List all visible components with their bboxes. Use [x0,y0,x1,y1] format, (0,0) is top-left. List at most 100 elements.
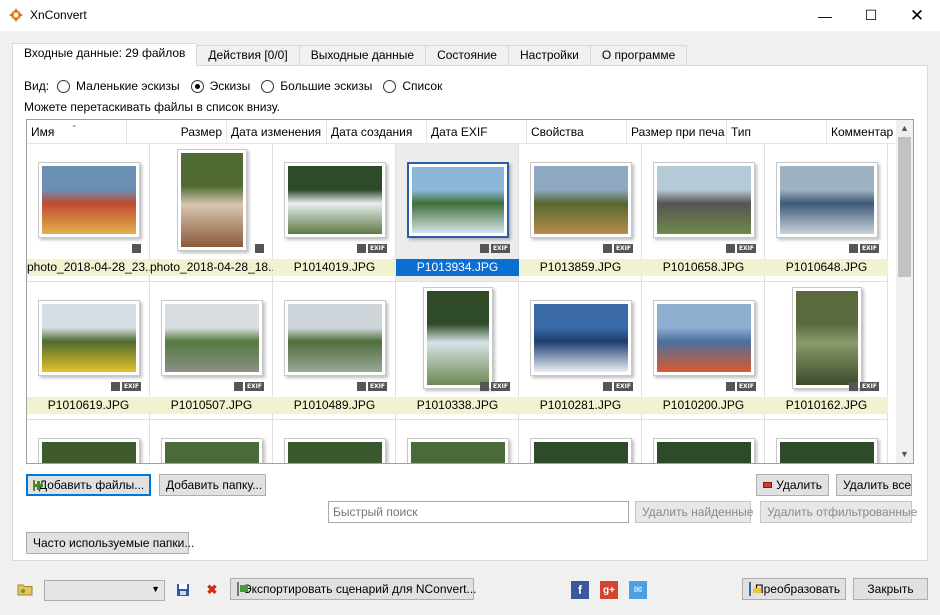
thumbnail-item[interactable] [273,420,396,463]
view-label: Вид: [24,79,50,93]
file-badges: EXIF [725,382,756,391]
thumbnail-item[interactable] [396,420,519,463]
add-icon [33,479,43,491]
tab-settings[interactable]: Настройки [507,45,591,66]
title-bar: XnConvert — ☐ ✕ [0,0,940,31]
thumbnail-item[interactable] [519,420,642,463]
column-size[interactable]: Размер [127,120,227,144]
file-type-icon [725,244,735,253]
delete-filtered-button[interactable]: Удалить отфильтрованные [760,501,917,523]
view-list-radio[interactable]: Список [383,79,442,93]
thumbnail-grid: photo_2018-04-28_23... photo_2018-04-28_1… [27,144,896,463]
sort-arrow-icon: ⌄ [71,120,78,129]
facebook-icon[interactable]: f [571,581,589,599]
view-small-thumbnails-radio[interactable]: Маленькие эскизы [57,79,180,93]
view-mode-selector: Вид: Маленькие эскизы Эскизы Большие эск… [24,77,453,95]
thumbnail-item[interactable]: EXIF P1010507.JPG [150,282,273,420]
scroll-down-icon[interactable]: ▼ [896,446,913,463]
twitter-icon[interactable]: ✉ [629,581,647,599]
export-nconvert-button[interactable]: Экспортировать сценарий для NConvert... [230,578,477,600]
file-type-icon [255,244,264,253]
thumbnail-item[interactable]: EXIF P1013934.JPG [396,144,519,282]
thumbnail-item[interactable] [150,420,273,463]
thumbnail-image [283,438,386,463]
thumbnail-image [37,438,140,463]
tab-input[interactable]: Входные данные: 29 файлов [12,43,198,66]
file-badges: EXIF [848,244,879,253]
script-preset-dropdown[interactable]: ▼ [44,580,165,601]
favorite-folders-button[interactable]: Часто используемые папки... [26,532,194,554]
delete-all-button[interactable]: Удалить все [836,474,912,496]
script-export-icon [237,582,248,596]
thumbnail-item[interactable]: EXIF P1010162.JPG [765,282,888,420]
thumbnail-image [652,300,755,376]
thumbnail-item[interactable]: EXIF P1010281.JPG [519,282,642,420]
file-name-label: photo_2018-04-28_18... [150,259,273,276]
thumbnail-image [422,287,493,389]
file-name-label: P1010338.JPG [396,397,519,414]
add-folder-button[interactable]: Добавить папку... [159,474,266,496]
view-thumbnails-radio[interactable]: Эскизы [190,79,250,93]
file-name-label: P1010648.JPG [765,259,888,276]
column-properties[interactable]: Свойства [527,120,627,144]
thumbnail-item[interactable]: EXIF P1010200.JPG [642,282,765,420]
file-type-icon [848,382,858,391]
thumbnail-item[interactable]: EXIF P1010338.JPG [396,282,519,420]
close-window-button[interactable]: ✕ [894,0,940,31]
maximize-button[interactable]: ☐ [848,0,894,31]
vertical-scrollbar[interactable]: ▲ ▼ [896,120,913,463]
xnconvert-logo-icon [9,8,23,22]
delete-button[interactable]: Удалить [756,474,829,496]
thumbnail-item[interactable]: EXIF P1010489.JPG [273,282,396,420]
convert-button[interactable]: Преобразовать [742,578,846,600]
column-created-date[interactable]: Дата создания [327,120,427,144]
open-folder-icon[interactable] [16,580,34,598]
thumbnail-image [775,162,878,238]
tab-about[interactable]: О программе [589,45,688,66]
file-badges: EXIF [356,244,387,253]
tab-output[interactable]: Выходные данные [298,45,427,66]
save-icon[interactable] [174,581,192,599]
drag-hint: Можете перетаскивать файлы в список вниз… [24,100,280,114]
google-plus-icon[interactable]: g+ [600,581,618,599]
thumbnail-item[interactable]: photo_2018-04-28_18... [150,144,273,282]
convert-icon [749,582,761,596]
thumbnail-item[interactable] [642,420,765,463]
delete-script-icon[interactable]: ✖ [203,581,221,599]
tab-actions[interactable]: Действия [0/0] [196,45,300,66]
thumbnail-item[interactable] [27,420,150,463]
exif-badge-icon: EXIF [613,382,633,391]
thumbnail-image [406,162,509,238]
thumbnail-item[interactable]: EXIF P1010619.JPG [27,282,150,420]
file-name-label: P1010489.JPG [273,397,396,414]
quick-search-input[interactable] [328,501,629,523]
file-type-icon [479,382,489,391]
thumbnail-item[interactable]: EXIF P1013859.JPG [519,144,642,282]
thumbnail-image [791,287,862,389]
column-type[interactable]: Тип [727,120,827,144]
delete-found-button[interactable]: Удалить найденные [635,501,753,523]
tab-status[interactable]: Состояние [425,45,509,66]
column-name[interactable]: Имя ⌄ [27,120,127,144]
thumbnail-item[interactable] [765,420,888,463]
scrollbar-thumb[interactable] [898,137,911,277]
column-modified-date[interactable]: Дата изменения [227,120,327,144]
column-print-size[interactable]: Размер при печа [627,120,727,144]
minimize-button[interactable]: — [802,0,848,31]
scroll-up-icon[interactable]: ▲ [896,120,913,137]
file-name-label: P1010507.JPG [150,397,273,414]
close-button[interactable]: Закрыть [853,578,928,600]
thumbnail-image [652,438,755,463]
column-exif-date[interactable]: Дата EXIF [427,120,527,144]
thumbnail-item[interactable]: EXIF P1010658.JPG [642,144,765,282]
close-icon: ✕ [909,5,925,25]
view-large-thumbnails-radio[interactable]: Большие эскизы [261,79,372,93]
thumbnail-item[interactable]: EXIF P1014019.JPG [273,144,396,282]
column-comment[interactable]: Комментар [827,120,896,144]
file-type-icon [725,382,735,391]
thumbnail-item[interactable]: EXIF P1010648.JPG [765,144,888,282]
file-list[interactable]: Имя ⌄ Размер Дата изменения Дата создания… [26,119,914,464]
thumbnail-image [775,438,878,463]
thumbnail-item[interactable]: photo_2018-04-28_23... [27,144,150,282]
add-files-button[interactable]: Добавить файлы... [26,474,151,496]
